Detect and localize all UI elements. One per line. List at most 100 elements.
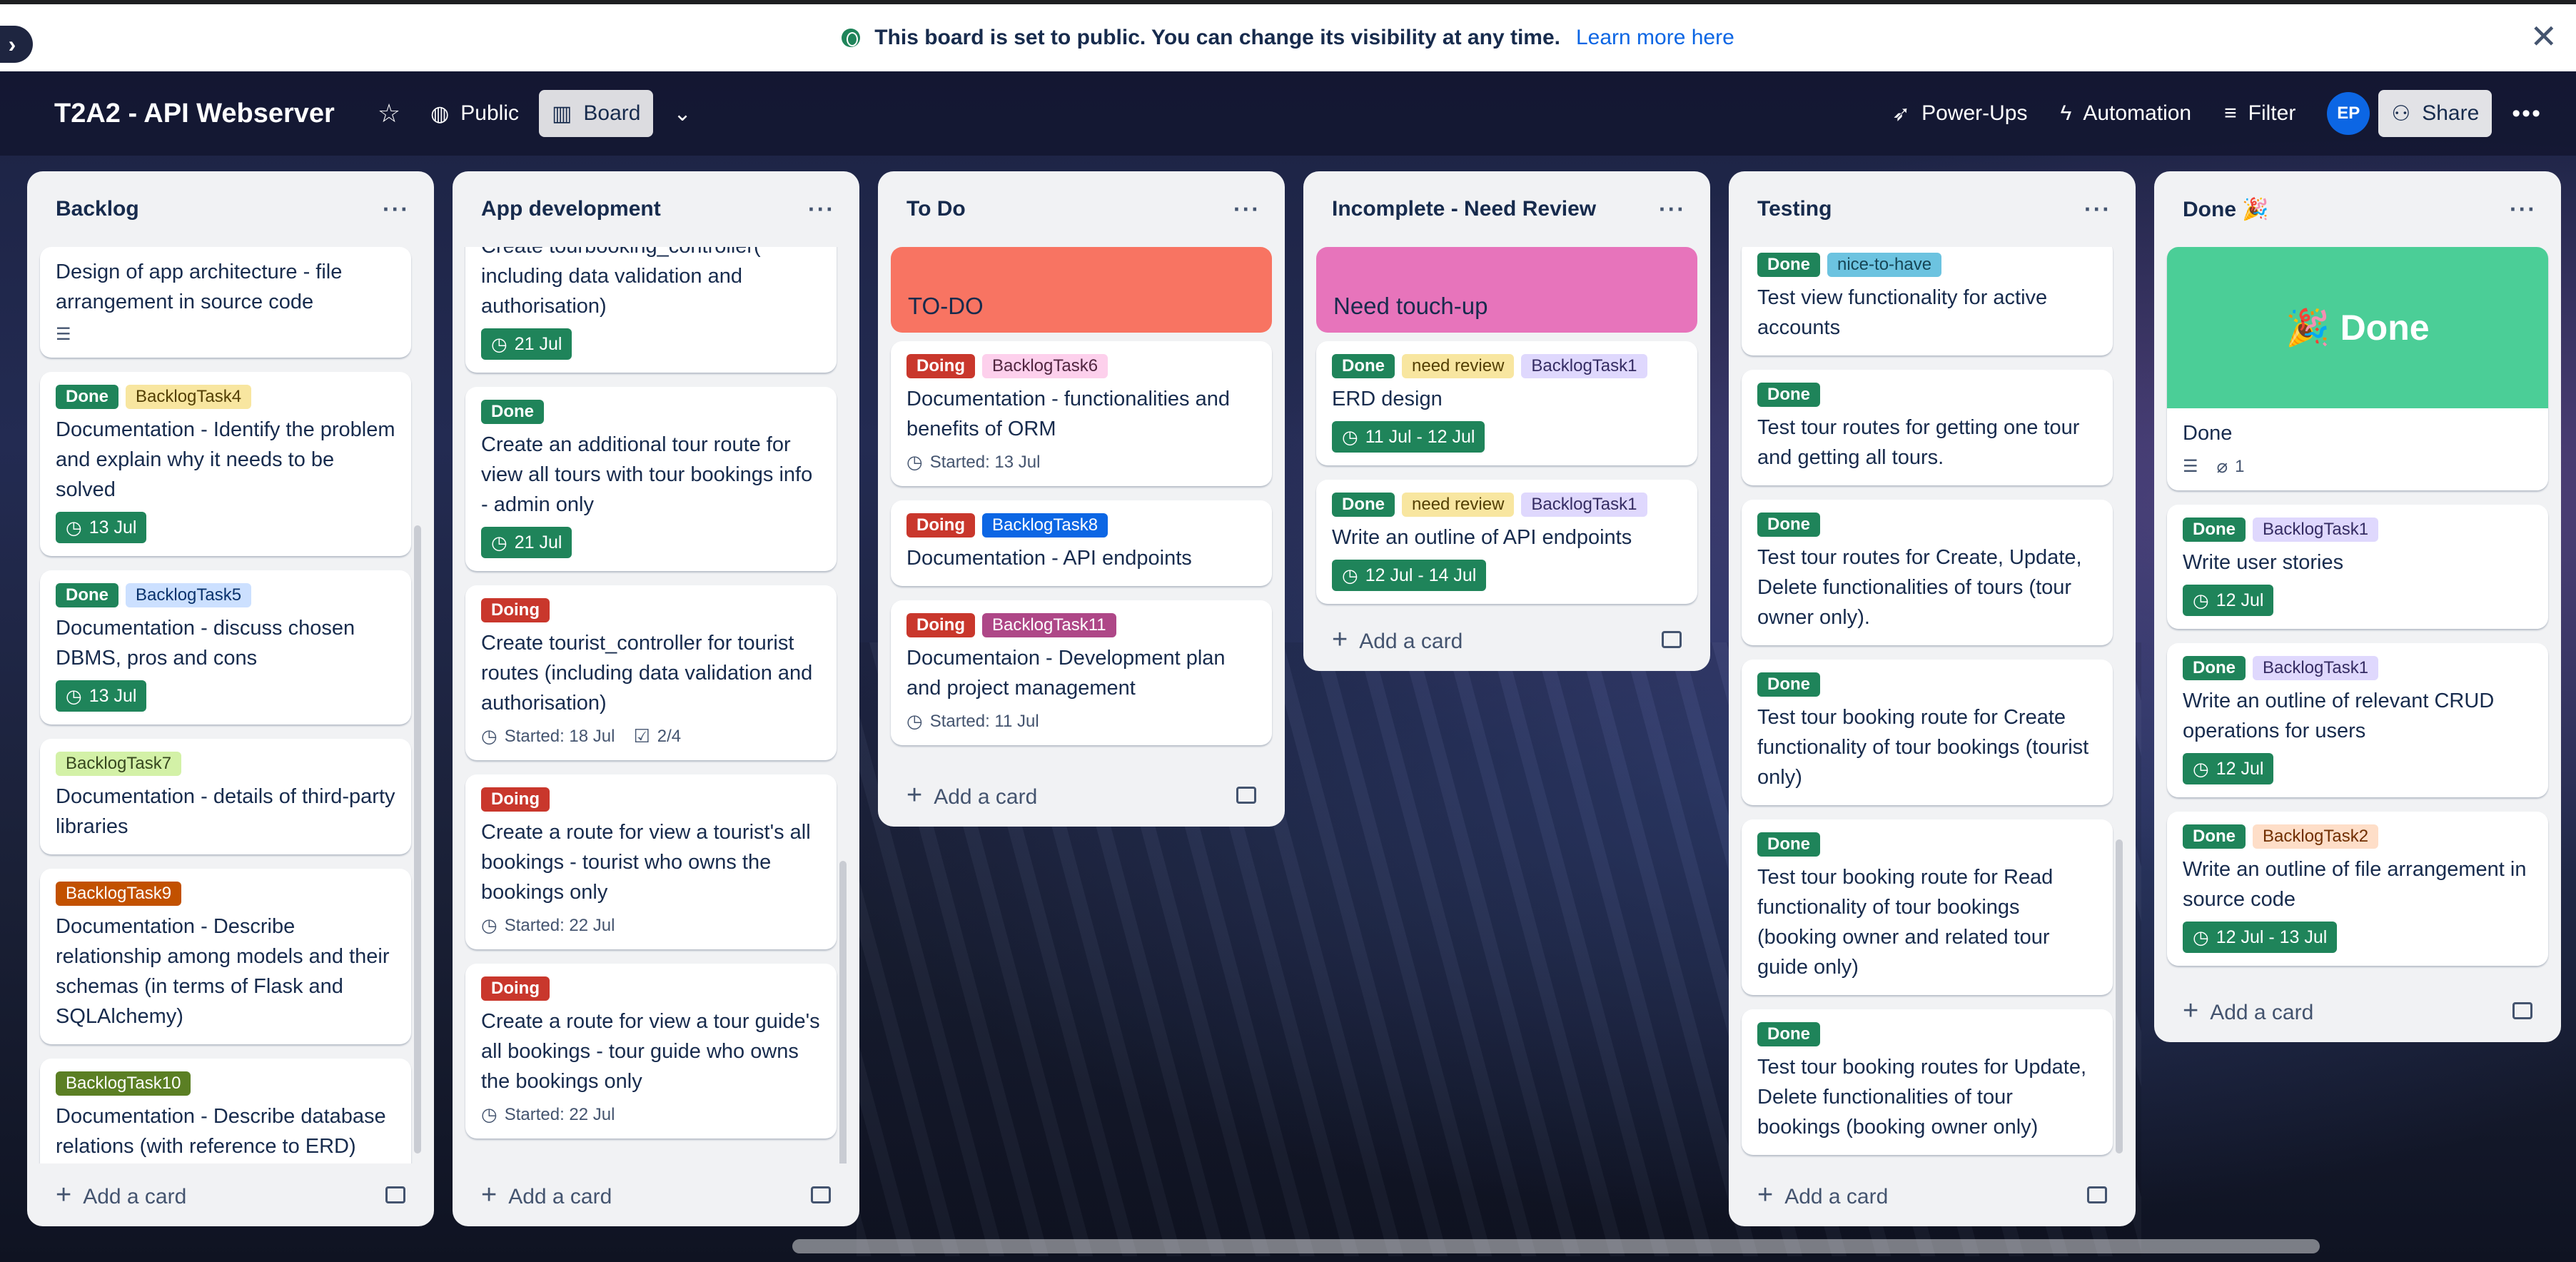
automation-button[interactable]: ϟ Automation	[2047, 90, 2204, 137]
card[interactable]: Done BacklogTask1 Write user stories ◷ 12 …	[2167, 505, 2548, 629]
list-menu-icon[interactable]: ···	[1659, 196, 1686, 223]
label-task[interactable]: BacklogTask5	[126, 583, 252, 607]
label-done[interactable]: Done	[1757, 253, 1820, 277]
label-doing[interactable]: Doing	[481, 598, 550, 622]
template-icon[interactable]	[2087, 1186, 2107, 1203]
label-done[interactable]: Done	[56, 583, 118, 607]
label-doing[interactable]: Doing	[481, 787, 550, 812]
label-task[interactable]: BacklogTask11	[981, 613, 1116, 637]
card[interactable]: Done Create an additional tour route for…	[465, 387, 837, 571]
add-card-button[interactable]: + Add a card	[1729, 1163, 2136, 1226]
card[interactable]: Create tourbooking_controller( including…	[465, 247, 837, 373]
card[interactable]: Done BacklogTask1 Write an outline of rel…	[2167, 643, 2548, 797]
template-icon[interactable]	[811, 1186, 831, 1203]
label-done[interactable]: Done	[2183, 824, 2246, 849]
card[interactable]: Done Test tour routes for Create, Update…	[1742, 500, 2113, 645]
label-doing[interactable]: Doing	[906, 513, 975, 537]
visibility-button[interactable]: ◍ Public	[418, 90, 532, 137]
label-doing[interactable]: Doing	[906, 613, 975, 637]
learn-more-link[interactable]: Learn more here	[1576, 26, 1734, 50]
card[interactable]: Doing Create tourist_controller for tour…	[465, 585, 837, 760]
label-done[interactable]: Done	[481, 400, 544, 424]
cover-card[interactable]: 🎉 Done Done ☰ ⌀ 1	[2167, 247, 2548, 490]
label-nice-to-have[interactable]: nice-to-have	[1827, 253, 1942, 277]
label-task[interactable]: BacklogTask2	[2253, 824, 2379, 849]
share-button[interactable]: ⚇ Share	[2378, 90, 2492, 137]
list-menu-icon[interactable]: ···	[808, 196, 835, 223]
add-card-button[interactable]: + Add a card	[453, 1163, 859, 1226]
card[interactable]: Doing Create a route for view a tour gui…	[465, 964, 837, 1139]
due-date-badge[interactable]: ◷ 21 Jul	[481, 328, 572, 360]
card[interactable]: Doing BacklogTask6 Documentation - functi…	[891, 341, 1272, 486]
label-doing[interactable]: Doing	[906, 354, 975, 378]
board-view-button[interactable]: ▥ Board	[539, 90, 654, 137]
vertical-scrollbar[interactable]	[414, 525, 421, 1154]
label-done[interactable]: Done	[56, 385, 118, 409]
card[interactable]: Done Test tour booking routes for Update…	[1742, 1009, 2113, 1155]
list-menu-icon[interactable]: ···	[2084, 196, 2111, 223]
due-date-badge[interactable]: ◷ 12 Jul	[2183, 753, 2274, 784]
list-menu-icon[interactable]: ···	[1233, 196, 1261, 223]
horizontal-scrollbar[interactable]	[792, 1239, 2320, 1253]
card[interactable]: Doing BacklogTask8 Documentation - API en…	[891, 500, 1272, 586]
card[interactable]: Doing Create a route for view a tourist'…	[465, 774, 837, 949]
label-done[interactable]: Done	[1757, 383, 1820, 407]
template-icon[interactable]	[1236, 787, 1256, 804]
label-task[interactable]: BacklogTask7	[56, 752, 182, 776]
vertical-scrollbar[interactable]	[2116, 839, 2123, 1154]
list-title[interactable]: Incomplete - Need Review	[1332, 197, 1596, 221]
card[interactable]: Done need review BacklogTask1 Write an out…	[1316, 480, 1697, 604]
star-icon[interactable]: ☆	[368, 90, 410, 137]
card[interactable]: Doing BacklogTask11 Documentaion - Develo…	[891, 600, 1272, 745]
board-title[interactable]: T2A2 - API Webserver	[54, 99, 335, 129]
add-card-button[interactable]: + Add a card	[27, 1163, 434, 1226]
list-menu-icon[interactable]: ···	[383, 196, 410, 223]
label-task[interactable]: BacklogTask8	[981, 513, 1108, 537]
vertical-scrollbar[interactable]	[839, 861, 847, 1163]
due-date-badge[interactable]: ◷ 21 Jul	[481, 527, 572, 558]
card[interactable]: BacklogTask10 Documentation - Describe d…	[40, 1059, 411, 1163]
chevron-down-icon[interactable]: ⌄	[660, 90, 704, 137]
cover-card[interactable]: Need touch-up	[1316, 247, 1697, 333]
add-card-button[interactable]: + Add a card	[1303, 608, 1710, 671]
label-task[interactable]: BacklogTask6	[981, 354, 1108, 378]
label-done[interactable]: Done	[1332, 493, 1395, 517]
label-need-review[interactable]: need review	[1402, 493, 1515, 517]
label-need-review[interactable]: need review	[1402, 354, 1515, 378]
card[interactable]: Done nice-to-have Test view functionality…	[1742, 247, 2113, 355]
template-icon[interactable]	[385, 1186, 405, 1203]
cover-card[interactable]: TO-DO	[891, 247, 1272, 333]
add-card-button[interactable]: + Add a card	[2154, 979, 2561, 1042]
label-done[interactable]: Done	[2183, 518, 2246, 542]
card[interactable]: Done BacklogTask2 Write an outline of fil…	[2167, 812, 2548, 966]
label-task[interactable]: BacklogTask9	[56, 882, 182, 906]
label-done[interactable]: Done	[1757, 1022, 1820, 1046]
label-task[interactable]: BacklogTask1	[2253, 656, 2379, 680]
close-icon[interactable]: ✕	[2530, 20, 2557, 53]
list-title[interactable]: To Do	[906, 197, 966, 221]
list-title[interactable]: App development	[481, 197, 661, 221]
label-task[interactable]: BacklogTask4	[126, 385, 252, 409]
label-doing[interactable]: Doing	[481, 976, 550, 1001]
due-date-badge[interactable]: ◷ 13 Jul	[56, 680, 147, 712]
label-done[interactable]: Done	[1332, 354, 1395, 378]
card[interactable]: BacklogTask7 Documentation - details of …	[40, 739, 411, 854]
template-icon[interactable]	[2512, 1002, 2532, 1019]
label-task[interactable]: BacklogTask1	[1521, 354, 1647, 378]
label-task[interactable]: BacklogTask1	[1521, 493, 1647, 517]
filter-button[interactable]: ≡ Filter	[2211, 90, 2308, 137]
powerups-button[interactable]: ➶ Power-Ups	[1879, 90, 2041, 137]
card[interactable]: BacklogTask9 Documentation - Describe re…	[40, 869, 411, 1044]
card[interactable]: Done BacklogTask5 Documentation - discuss…	[40, 570, 411, 725]
due-date-badge[interactable]: ◷ 13 Jul	[56, 512, 147, 543]
list-title[interactable]: Backlog	[56, 197, 139, 221]
card[interactable]: Done Test tour booking route for Create …	[1742, 660, 2113, 805]
due-date-badge[interactable]: ◷ 12 Jul	[2183, 585, 2274, 616]
list-title[interactable]: Testing	[1757, 197, 1832, 221]
label-task[interactable]: BacklogTask1	[2253, 518, 2379, 542]
label-done[interactable]: Done	[1757, 672, 1820, 697]
due-date-badge[interactable]: ◷ 11 Jul - 12 Jul	[1332, 421, 1485, 453]
label-task[interactable]: BacklogTask10	[56, 1071, 191, 1096]
card[interactable]: Done Test tour routes for getting one to…	[1742, 370, 2113, 485]
card[interactable]: Done Test tour booking route for Read fu…	[1742, 819, 2113, 995]
